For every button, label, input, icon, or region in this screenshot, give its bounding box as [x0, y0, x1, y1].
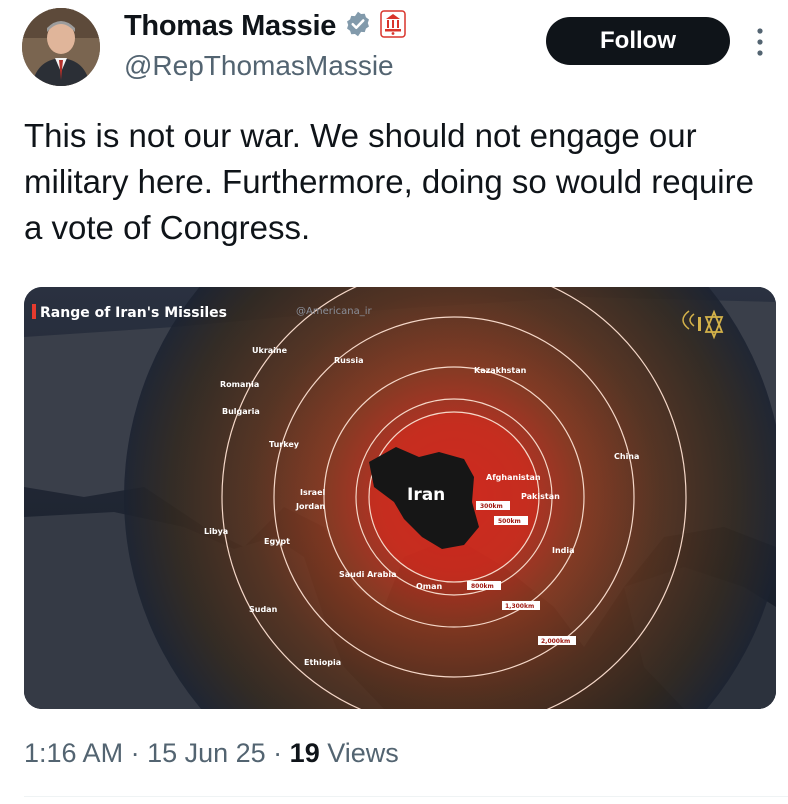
- range-label: 500km: [498, 518, 521, 525]
- map-title: Range of Iran's Missiles: [40, 305, 227, 321]
- range-label: 2,000km: [541, 638, 570, 645]
- divider: [24, 796, 788, 797]
- meta-separator: ·: [123, 738, 148, 768]
- meta-separator: ·: [265, 738, 290, 768]
- government-affiliation-icon[interactable]: [380, 10, 406, 43]
- author-name-row: Thomas Massie: [124, 10, 406, 43]
- range-label: 300km: [480, 503, 503, 510]
- map-country-label: Sudan: [249, 605, 278, 614]
- map-country-label: Libya: [204, 527, 228, 536]
- map-country-label: China: [614, 452, 639, 461]
- map-country-label: Ukraine: [252, 346, 288, 355]
- map-country-label: Turkey: [269, 440, 300, 449]
- verified-badge-icon[interactable]: [344, 10, 372, 43]
- author-name[interactable]: Thomas Massie: [124, 10, 336, 43]
- avatar[interactable]: [22, 8, 100, 86]
- missile-range-map-image[interactable]: Range of Iran's Missiles @Americana_ir I…: [24, 287, 776, 709]
- map-country-label: India: [552, 546, 575, 555]
- map-country-label: Bulgaria: [222, 407, 260, 416]
- map-country-label: Saudi Arabia: [339, 570, 397, 579]
- map-country-label: Pakistan: [521, 492, 560, 501]
- range-label: 800km: [471, 583, 494, 590]
- views-count: 19: [289, 738, 320, 768]
- map-country-label: Kazakhstan: [474, 366, 527, 375]
- author-handle[interactable]: @RepThomasMassie: [124, 50, 394, 82]
- tweet-time[interactable]: 1:16 AM: [24, 738, 123, 768]
- follow-button[interactable]: Follow: [546, 17, 730, 65]
- map-country-label: Romania: [220, 380, 259, 389]
- map-country-label: Jordan: [295, 502, 326, 511]
- map-country-label: Israel: [300, 488, 326, 497]
- views-label: Views: [319, 738, 399, 768]
- range-label: 1,300km: [505, 603, 534, 610]
- more-options-icon[interactable]: [750, 22, 770, 62]
- map-country-label: Ethiopia: [304, 658, 341, 667]
- map-watermark: @Americana_ir: [296, 306, 372, 317]
- tweet-date[interactable]: 15 Jun 25: [147, 738, 266, 768]
- map-center-label: Iran: [407, 485, 445, 505]
- tweet-meta: 1:16 AM · 15 Jun 25 · 19 Views: [24, 738, 399, 769]
- map-country-label: Russia: [334, 356, 364, 365]
- map-country-label: Oman: [416, 582, 443, 591]
- map-country-label: Egypt: [264, 537, 290, 546]
- tweet-text: This is not our war. We should not engag…: [24, 117, 754, 246]
- map-country-label: Afghanistan: [486, 473, 541, 482]
